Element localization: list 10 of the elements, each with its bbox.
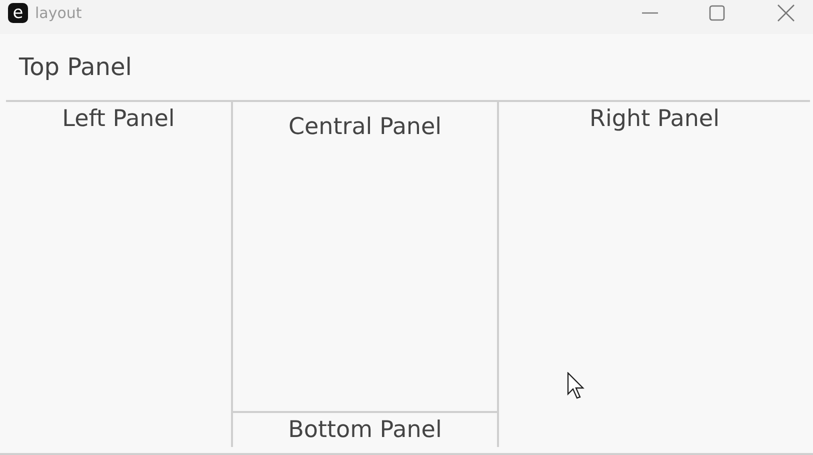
panel-title: Left Panel [62, 106, 175, 134]
panel-title: Bottom Panel [288, 417, 442, 443]
maximize-icon[interactable] [709, 5, 725, 21]
panel-title: Central Panel [288, 114, 442, 142]
mouse-pointer-icon [567, 372, 587, 400]
app-icon: e [8, 3, 28, 23]
window-title: layout [35, 4, 82, 22]
panel-title: Right Panel [590, 106, 720, 134]
panel-title: Top Panel [19, 53, 132, 81]
close-icon[interactable] [777, 4, 795, 22]
